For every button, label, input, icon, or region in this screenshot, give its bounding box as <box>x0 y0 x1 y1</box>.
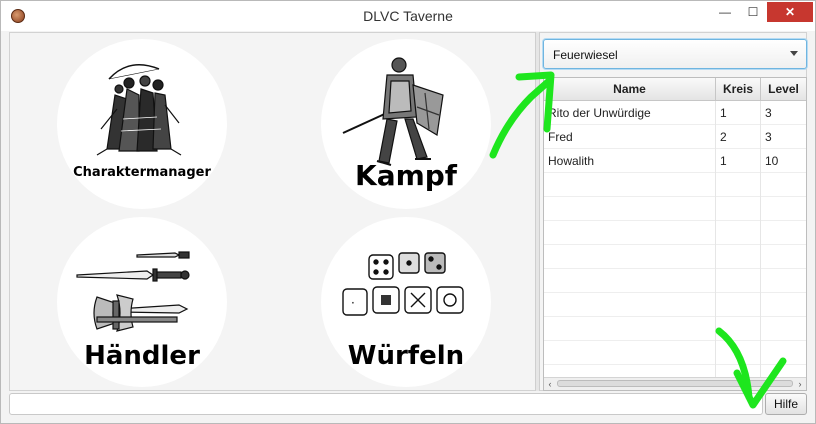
maximize-button[interactable]: ☐ <box>739 2 767 22</box>
kampf-tile[interactable]: Kampf <box>321 39 491 209</box>
app-window: DLVC Taverne — ☐ ✕ Charaktermanager Kamp… <box>0 0 816 424</box>
table-header: Name Kreis Level <box>544 78 806 101</box>
charaktermanager-tile[interactable]: Charaktermanager <box>57 39 227 209</box>
title-bar[interactable]: DLVC Taverne — ☐ ✕ <box>1 1 815 31</box>
empty-table-row <box>544 293 806 317</box>
window-title: DLVC Taverne <box>363 8 453 24</box>
group-select-value: Feuerwiesel <box>553 48 618 62</box>
column-header-name[interactable]: Name <box>544 78 716 100</box>
column-header-level[interactable]: Level <box>761 78 806 100</box>
scroll-right-icon[interactable]: › <box>795 379 805 389</box>
adventurer-party-icon <box>96 64 182 156</box>
kampf-label: Kampf <box>355 159 457 192</box>
scroll-left-icon[interactable]: ‹ <box>545 379 555 389</box>
table-row[interactable]: Howalith 1 10 <box>544 149 806 173</box>
empty-table-row <box>544 341 806 365</box>
table-row[interactable]: Rito der Unwürdige 1 3 <box>544 101 806 125</box>
group-select[interactable]: Feuerwiesel <box>543 39 807 69</box>
cell-kreis: 1 <box>716 149 761 173</box>
haendler-tile[interactable]: Händler <box>57 217 227 387</box>
cell-level: 10 <box>765 154 779 168</box>
cell-kreis: 1 <box>716 101 761 125</box>
horizontal-scrollbar[interactable]: ‹ › <box>544 377 806 390</box>
status-field[interactable] <box>9 393 763 415</box>
minimize-button[interactable]: — <box>711 2 739 22</box>
cell-name: Rito der Unwürdige <box>544 101 716 125</box>
chevron-down-icon[interactable] <box>790 51 798 56</box>
help-button[interactable]: Hilfe <box>765 393 807 415</box>
wuerfeln-tile[interactable]: · Würfeln <box>321 217 491 387</box>
cell-kreis: 2 <box>716 125 761 149</box>
wuerfeln-label: Würfeln <box>347 341 465 371</box>
haendler-label: Händler <box>84 341 200 371</box>
svg-text:·: · <box>351 296 355 310</box>
table-row[interactable]: Fred 2 3 <box>544 125 806 149</box>
cell-level: 3 <box>765 106 772 120</box>
empty-table-row <box>544 221 806 245</box>
empty-table-row <box>544 317 806 341</box>
character-table: Name Kreis Level Rito der Unwürdige 1 3 … <box>543 77 807 391</box>
column-header-kreis[interactable]: Kreis <box>716 78 761 100</box>
cell-name: Fred <box>544 125 716 149</box>
cell-name: Howalith <box>544 149 716 173</box>
split-pane-divider[interactable] <box>535 32 540 391</box>
empty-table-row <box>544 173 806 197</box>
cell-level: 3 <box>765 130 772 144</box>
empty-table-row <box>544 269 806 293</box>
empty-table-row <box>544 197 806 221</box>
empty-table-row <box>544 245 806 269</box>
table-body: Rito der Unwürdige 1 3 Fred 2 3 Howalith… <box>544 101 806 389</box>
charaktermanager-label: Charaktermanager <box>73 165 211 180</box>
close-button[interactable]: ✕ <box>767 2 813 22</box>
scrollbar-thumb[interactable] <box>557 380 793 387</box>
